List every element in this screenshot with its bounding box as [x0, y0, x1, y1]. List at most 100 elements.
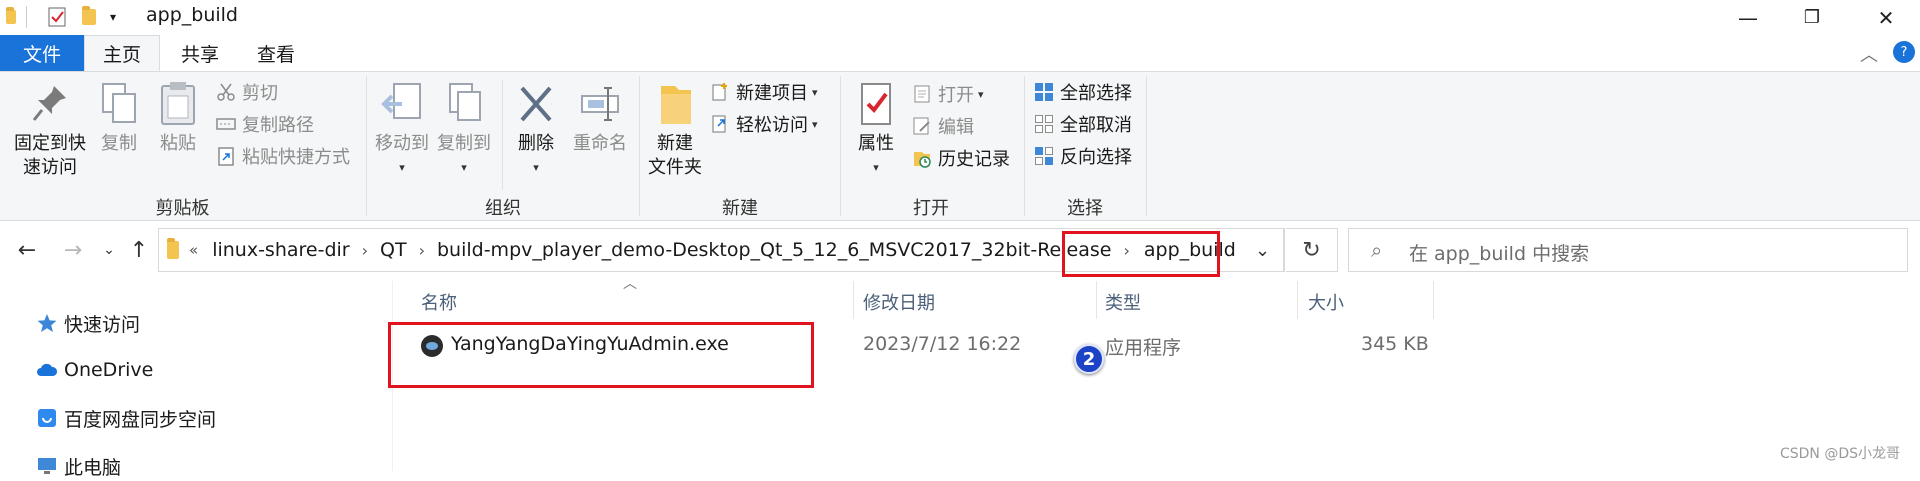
delete-label: 删除 [518, 133, 554, 154]
group-label-organize: 组织 [485, 198, 521, 219]
chevron-down-icon: ▾ [812, 85, 818, 99]
column-divider[interactable] [1297, 281, 1298, 319]
invert-selection-icon [1034, 146, 1054, 166]
copy-path-label: 复制路径 [242, 115, 314, 136]
chevron-down-icon: ▾ [461, 161, 467, 174]
new-folder-button[interactable]: 新建 文件夹 [644, 80, 706, 180]
open-button[interactable]: 打开 ▾ [912, 80, 984, 108]
breadcrumb-overflow[interactable]: « [189, 241, 198, 259]
delete-button[interactable]: 删除 ▾ [508, 80, 564, 180]
move-to-icon [380, 80, 424, 128]
breadcrumb-item[interactable]: QT [380, 239, 407, 261]
new-folder-label: 新建 文件夹 [648, 133, 702, 178]
cut-label: 剪切 [242, 83, 278, 104]
file-type: 应用程序 [1105, 337, 1182, 359]
customize-quick-access-icon[interactable]: ▾ [110, 6, 116, 28]
organize-inner-divider [502, 80, 503, 190]
group-label-select: 选择 [1067, 198, 1103, 219]
scissors-icon [216, 82, 236, 102]
nav-item-this-pc[interactable]: 此电脑 [36, 451, 121, 481]
nav-label: 此电脑 [64, 456, 122, 479]
help-icon[interactable]: ? [1893, 41, 1915, 63]
up-arrow-icon[interactable]: ↑ [124, 235, 154, 265]
copy-to-button[interactable]: 复制到 ▾ [434, 80, 494, 180]
nav-item-baidu-sync[interactable]: 百度网盘同步空间 [36, 403, 216, 433]
breadcrumb-item[interactable]: linux-share-dir [212, 239, 349, 261]
back-arrow-icon[interactable]: ← [12, 235, 42, 265]
pin-icon [28, 80, 72, 128]
search-box[interactable]: ⌕ 在 app_build 中搜索 [1348, 228, 1908, 272]
address-folder-icon [167, 238, 179, 259]
collapse-ribbon-icon[interactable]: ︿ [1860, 41, 1878, 67]
column-header-date[interactable]: 修改日期 [863, 289, 935, 315]
copy-to-label: 复制到 [437, 133, 491, 154]
app-folder-icon [6, 6, 16, 28]
minimize-button[interactable]: — [1717, 0, 1779, 35]
recent-locations-chevron-icon[interactable]: ⌄ [94, 235, 124, 265]
column-divider[interactable] [853, 281, 854, 319]
watermark: CSDN @DS小龙哥 [1779, 446, 1900, 462]
breadcrumb-item[interactable]: build-mpv_player_demo-Desktop_Qt_5_12_6_… [437, 239, 1111, 261]
properties-button[interactable]: 属性 ▾ [848, 80, 904, 180]
rename-label: 重命名 [573, 133, 627, 154]
column-divider[interactable] [1096, 281, 1097, 319]
tab-file[interactable]: 文件 [0, 35, 84, 71]
invert-selection-label: 反向选择 [1060, 147, 1132, 168]
edit-pencil-icon [912, 116, 932, 136]
column-header-size[interactable]: 大小 [1308, 289, 1344, 315]
highlight-box-breadcrumb [1062, 231, 1220, 277]
paste-shortcut-icon [216, 146, 236, 166]
move-to-button[interactable]: 移动到 ▾ [372, 80, 432, 180]
history-clock-icon [912, 148, 932, 168]
chevron-down-icon: ▾ [533, 161, 539, 174]
forward-arrow-icon[interactable]: → [58, 235, 88, 265]
highlight-box-file [388, 322, 814, 388]
history-label: 历史记录 [938, 149, 1010, 170]
tab-view[interactable]: 查看 [240, 35, 312, 71]
tab-share[interactable]: 共享 [160, 35, 240, 71]
edit-button[interactable]: 编辑 [912, 112, 974, 140]
group-label-open: 打开 [913, 198, 949, 219]
properties-quick-icon[interactable] [48, 6, 66, 28]
rename-icon [578, 80, 622, 128]
ribbon: 固定到快 速访问 复制 粘贴 剪切 复制路径 粘贴快捷方式 剪贴板 移动到 ▾ [0, 71, 1920, 221]
invert-selection-button[interactable]: 反向选择 [1034, 142, 1132, 170]
address-history-dropdown-icon[interactable]: ⌄ [1241, 228, 1285, 272]
computer-icon [36, 456, 58, 476]
select-none-button[interactable]: 全部取消 [1034, 110, 1132, 138]
star-icon [36, 313, 58, 333]
chevron-right-icon[interactable]: › [362, 241, 368, 260]
copy-icon [97, 80, 141, 128]
column-header-row: ︿ 名称 修改日期 类型 大小 [393, 276, 1920, 319]
nav-item-onedrive[interactable]: OneDrive [36, 355, 153, 385]
cut-button[interactable]: 剪切 [216, 78, 278, 106]
tab-home[interactable]: 主页 [84, 35, 160, 71]
new-folder-quick-icon[interactable] [82, 6, 96, 28]
open-label: 打开 [938, 85, 974, 106]
copy-to-icon [442, 80, 486, 128]
chevron-right-icon[interactable]: › [419, 241, 425, 260]
history-button[interactable]: 历史记录 [912, 144, 1010, 172]
paste-button[interactable]: 粘贴 [150, 80, 206, 156]
search-placeholder: 在 app_build 中搜索 [1409, 243, 1590, 265]
nav-label: OneDrive [64, 359, 154, 381]
nav-label: 百度网盘同步空间 [64, 408, 217, 431]
close-button[interactable]: ✕ [1855, 0, 1917, 35]
easy-access-button[interactable]: 轻松访问 ▾ [710, 110, 818, 138]
pin-to-quick-access-button[interactable]: 固定到快 速访问 [8, 80, 92, 180]
copy-label: 复制 [101, 133, 137, 154]
maximize-button[interactable]: ❐ [1781, 0, 1843, 35]
column-header-name[interactable]: 名称 [421, 289, 457, 315]
new-item-button[interactable]: 新建项目 ▾ [710, 78, 818, 106]
rename-button[interactable]: 重命名 [568, 80, 632, 156]
group-divider [1146, 76, 1147, 216]
column-divider[interactable] [1433, 281, 1434, 319]
paste-shortcut-button[interactable]: 粘贴快捷方式 [216, 142, 350, 170]
chevron-down-icon: ▾ [978, 87, 984, 101]
refresh-icon[interactable]: ↻ [1286, 228, 1338, 272]
copy-button[interactable]: 复制 [94, 80, 144, 156]
nav-item-quick-access[interactable]: 快速访问 [36, 308, 140, 338]
select-all-button[interactable]: 全部选择 [1034, 78, 1132, 106]
copy-path-button[interactable]: 复制路径 [216, 110, 314, 138]
column-header-type[interactable]: 类型 [1105, 289, 1141, 315]
